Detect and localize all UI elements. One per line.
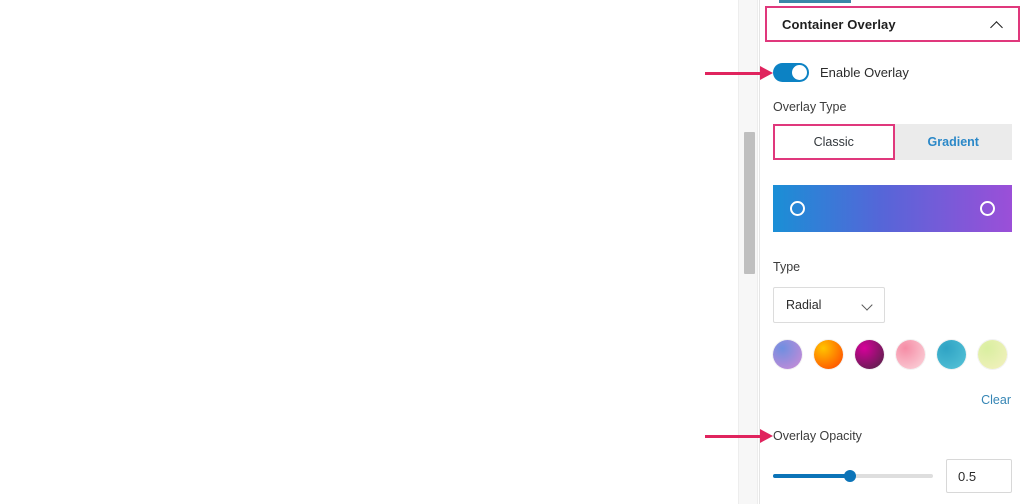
swatch-magenta-plum-gradient[interactable]	[855, 340, 884, 369]
overlay-opacity-slider[interactable]	[773, 467, 933, 485]
chevron-up-icon[interactable]	[991, 18, 1004, 31]
gradient-type-label: Type	[773, 260, 801, 274]
enable-overlay-toggle[interactable]	[773, 63, 809, 82]
overlay-type-label: Overlay Type	[773, 100, 847, 114]
slider-fill	[773, 474, 850, 478]
overlay-opacity-row: 0.5	[773, 459, 1012, 493]
section-header-container-overlay[interactable]: Container Overlay	[772, 9, 1015, 39]
enable-overlay-label: Enable Overlay	[820, 65, 909, 80]
toggle-knob	[792, 65, 807, 80]
enable-overlay-row: Enable Overlay	[773, 63, 909, 82]
overlay-opacity-number-input[interactable]: 0.5	[946, 459, 1012, 493]
gradient-preview-bar[interactable]	[773, 185, 1012, 232]
section-title: Container Overlay	[782, 16, 896, 32]
panel-scrollbar-thumb[interactable]	[744, 132, 755, 274]
screen: Container Overlay Enable Overlay Overlay…	[0, 0, 1024, 504]
settings-panel: Container Overlay Enable Overlay Overlay…	[759, 0, 1024, 504]
swatch-pink-blush-gradient[interactable]	[896, 340, 925, 369]
panel-tab-strip	[760, 0, 1024, 4]
gradient-stop-end-handle[interactable]	[980, 201, 995, 216]
clear-link[interactable]: Clear	[981, 393, 1011, 407]
swatch-lime-cream-gradient[interactable]	[978, 340, 1007, 369]
slider-thumb[interactable]	[843, 470, 856, 482]
editor-canvas-area	[0, 0, 736, 504]
gradient-stop-start-handle[interactable]	[790, 201, 805, 216]
gradient-type-value: Radial	[786, 298, 822, 312]
gradient-type-select[interactable]: Radial	[773, 287, 885, 323]
gradient-swatch-list	[773, 340, 1012, 369]
swatch-blue-violet-gradient[interactable]	[773, 340, 802, 369]
chevron-down-icon[interactable]	[862, 300, 873, 311]
overlay-opacity-label: Overlay Opacity	[773, 429, 862, 443]
overlay-type-option-gradient[interactable]: Gradient	[894, 124, 1012, 160]
active-tab-underline	[779, 0, 851, 3]
swatch-orange-red-gradient[interactable]	[814, 340, 843, 369]
overlay-type-segmented-control: Classic Gradient	[773, 124, 1012, 160]
overlay-type-option-classic[interactable]: Classic	[773, 124, 895, 160]
swatch-teal-cyan-gradient[interactable]	[937, 340, 966, 369]
